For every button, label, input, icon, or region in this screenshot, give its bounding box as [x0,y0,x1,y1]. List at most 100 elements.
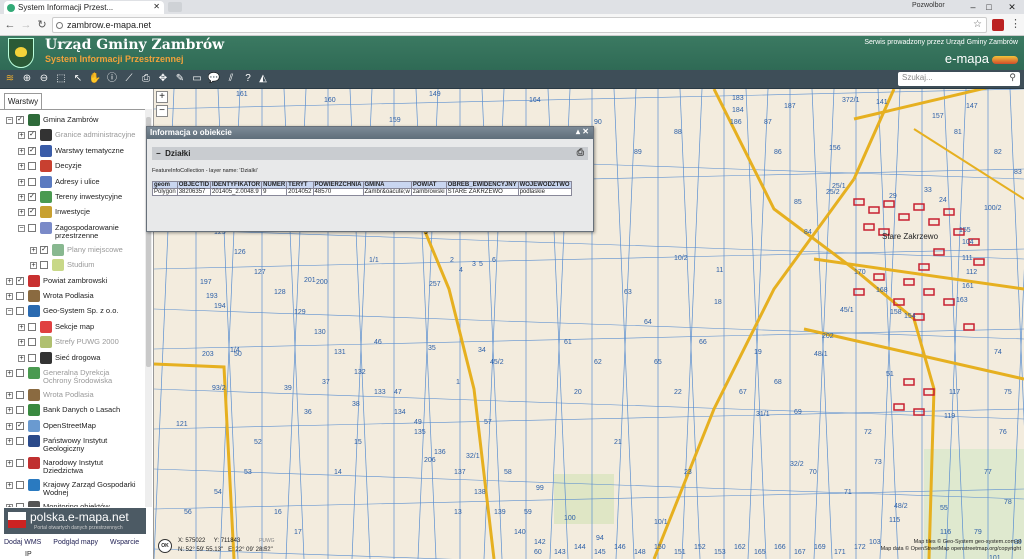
expand-toggle-icon[interactable]: + [6,370,13,377]
layer-checkbox[interactable] [16,391,24,399]
expand-toggle-icon[interactable]: + [6,407,13,415]
identify-icon[interactable]: ⓘ [105,72,119,86]
expand-toggle-icon[interactable]: − [6,308,13,316]
support-link[interactable]: Wsparcie [110,539,139,546]
layer-checkbox[interactable]: ✓ [16,276,24,285]
add-wms-link[interactable]: Dodaj WMS [4,539,41,546]
expand-toggle-icon[interactable]: + [18,339,25,347]
expand-toggle-icon[interactable]: − [18,224,25,232]
expand-toggle-icon[interactable]: + [18,147,25,155]
expand-toggle-icon[interactable]: + [18,209,25,217]
layers-icon[interactable]: ≋ [3,72,17,86]
zoom-in-icon[interactable]: ⊕ [20,72,34,86]
pointer-icon[interactable]: ✋ [88,72,102,86]
browser-menu-icon[interactable]: ⋮ [1010,17,1021,30]
hatch-icon[interactable]: ⫽ [224,72,238,86]
back-icon[interactable]: ← [2,17,18,33]
layer-item[interactable]: + ✓ Plany miejscowe [30,243,140,258]
layer-item[interactable]: + Wrota Podlasia [6,290,140,304]
extension-icon[interactable] [992,19,1004,31]
bookmark-star-icon[interactable]: ☆ [973,19,982,30]
zoom-in-button[interactable]: + [156,91,168,103]
layer-checkbox[interactable]: ✓ [16,116,24,124]
close-icon[interactable]: ✕ [582,127,589,136]
expand-toggle-icon[interactable]: + [6,422,13,430]
layer-item[interactable]: + Adresy i ulice [18,175,140,190]
layer-checkbox[interactable]: ✓ [40,245,48,254]
forward-icon[interactable]: → [18,17,34,33]
print-icon[interactable]: ⎙ [577,147,584,158]
layer-item[interactable]: − ✓ Gmina Zambrów [6,114,140,128]
pan-icon[interactable]: ✥ [156,72,170,86]
layer-item[interactable]: + Monitoring obiektów [6,501,140,507]
layer-checkbox[interactable]: ✓ [28,193,36,201]
search-icon[interactable]: ⚲ [1009,72,1016,83]
profile-name[interactable]: Pozwolbor [912,2,945,9]
drawing-icon[interactable]: ✎ [173,72,187,86]
expand-toggle-icon[interactable]: − [6,117,13,124]
layer-checkbox[interactable]: ✓ [28,146,36,155]
zoom-box-icon[interactable]: ⬚ [54,72,68,86]
layer-item[interactable]: + Studium [30,259,140,273]
layer-item[interactable]: + Bank Danych o Lasach [6,404,140,418]
url-field[interactable]: zambrow.e-mapa.net ☆ [52,17,987,33]
comment-icon[interactable]: 💬 [207,72,221,86]
layer-checkbox[interactable] [16,369,24,377]
expand-toggle-icon[interactable]: + [18,163,25,171]
layer-item[interactable]: + ✓ Tereny inwestycyjne [18,191,140,205]
feature-info-popup[interactable]: Informacja o obiekcie ▴ ✕ − Działki ⎙ Fe… [146,126,594,232]
layer-item[interactable]: − Geo-System Sp. z o.o. [6,305,140,319]
layer-checkbox[interactable] [40,261,48,270]
close-tab-icon[interactable]: ✕ [153,2,160,11]
layer-item[interactable]: + Sieć drogowa [18,351,140,366]
print-icon[interactable]: ⎙ [139,72,153,86]
layer-checkbox[interactable] [16,292,24,300]
help-icon[interactable]: ? [241,72,255,86]
layer-item[interactable]: + Państwowy Instytut Geologiczny [6,435,140,457]
polska-e-mapa-banner[interactable]: polska.e-mapa.net Portal otwartych danyc… [4,508,146,534]
expand-toggle-icon[interactable]: + [18,178,25,186]
layer-checkbox[interactable] [16,459,24,468]
layer-checkbox[interactable] [28,338,36,347]
layer-item[interactable]: + Strefy PUWG 2000 [18,336,140,350]
browser-tab[interactable]: System Informacji Przest... ✕ [4,1,164,14]
measure-line-icon[interactable]: ⟋ [122,72,136,86]
layer-checkbox[interactable]: ✓ [28,131,36,140]
collapse-icon[interactable]: ▴ [576,127,580,136]
expand-toggle-icon[interactable]: + [30,262,37,270]
layer-item[interactable]: + ✓ Warstwy tematyczne [18,144,140,159]
layer-item[interactable]: + ✓ Inwestycje [18,206,140,220]
e-mapa-brand[interactable]: e-mapa [945,51,1018,66]
edit-icon[interactable]: ▭ [190,72,204,86]
select-icon[interactable]: ↖ [71,72,85,86]
layer-item[interactable]: + ✓ Granice administracyjne [18,129,140,143]
search-input[interactable]: Szukaj... ⚲ [898,72,1020,86]
layer-item[interactable]: + Decyzje [18,160,140,174]
expand-toggle-icon[interactable]: + [18,323,25,331]
info-icon[interactable] [56,22,63,29]
layer-item[interactable]: + Narodowy Instytut Dziedzictwa [6,457,140,479]
expand-toggle-icon[interactable]: + [6,460,13,468]
layer-checkbox[interactable] [28,353,36,362]
reload-icon[interactable]: ↻ [34,17,50,33]
layer-item[interactable]: + Sekcje map [18,320,140,335]
layer-checkbox[interactable] [28,177,36,186]
layer-checkbox[interactable] [16,307,24,316]
expand-toggle-icon[interactable]: + [6,438,13,446]
layer-item[interactable]: + Krajowy Zarząd Gospodarki Wodnej [6,479,140,501]
triangle-icon[interactable]: ◭ [256,72,270,86]
close-window-button[interactable]: ✕ [995,0,1024,14]
layer-checkbox[interactable] [16,406,24,415]
map-preview-link[interactable]: Podgląd mapy [53,539,98,546]
layer-checkbox[interactable] [16,437,24,446]
tab-layers[interactable]: Warstwy [4,93,42,109]
layer-item[interactable]: − Zagospodarowanie przestrzenne [18,221,140,244]
expand-toggle-icon[interactable]: + [30,246,37,254]
popup-section-header[interactable]: − Działki ⎙ [152,147,588,160]
layer-checkbox[interactable] [16,503,24,507]
layer-item[interactable]: + ✓ OpenStreetMap [6,419,140,434]
zoom-out-icon[interactable]: ⊖ [37,72,51,86]
expand-toggle-icon[interactable]: + [6,277,13,285]
new-tab-button[interactable] [168,2,182,12]
expand-toggle-icon[interactable]: + [6,392,13,399]
